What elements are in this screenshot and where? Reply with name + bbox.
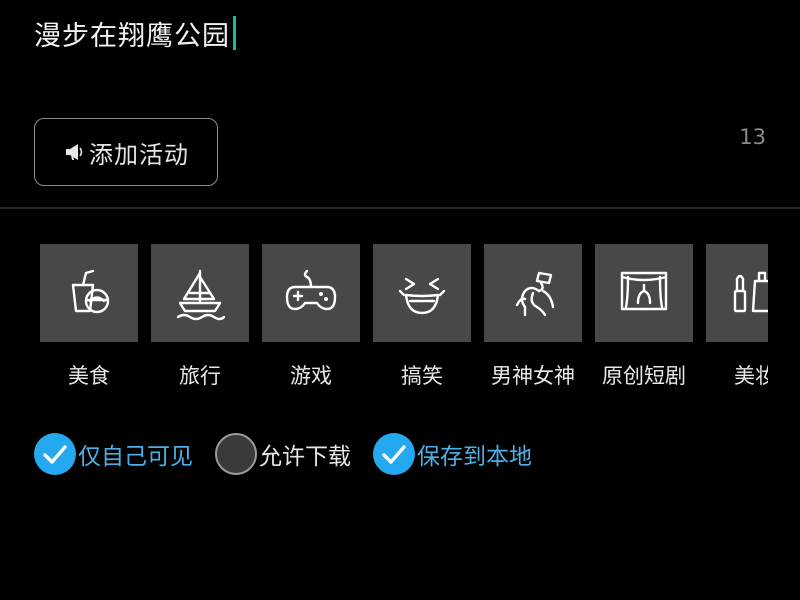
category-label: 男神女神 bbox=[491, 364, 575, 388]
caption-input[interactable]: 漫步在翔鹰公园 bbox=[34, 12, 734, 54]
category-short-drama[interactable]: 原创短剧 bbox=[595, 244, 693, 394]
category-games[interactable]: 游戏 bbox=[262, 244, 360, 394]
divider bbox=[0, 207, 800, 209]
gamepad-icon bbox=[285, 269, 337, 311]
category-label: 原创短剧 bbox=[602, 364, 686, 388]
category-list[interactable]: 美食 旅行 游戏 搞笑 男神女神 原创短剧 美妆 bbox=[40, 244, 768, 394]
add-activity-button[interactable]: 添加活动 bbox=[34, 118, 218, 186]
category-funny[interactable]: 搞笑 bbox=[373, 244, 471, 394]
option-save-local[interactable]: 保存到本地 bbox=[373, 433, 532, 475]
char-count: 13 bbox=[739, 125, 766, 149]
category-tile bbox=[484, 244, 582, 342]
add-activity-label: 添加活动 bbox=[89, 140, 189, 169]
category-label: 美妆 bbox=[734, 364, 768, 388]
food-bowl-icon bbox=[71, 269, 110, 314]
category-tile bbox=[151, 244, 249, 342]
option-private[interactable]: 仅自己可见 bbox=[34, 433, 193, 475]
category-tile bbox=[40, 244, 138, 342]
option-allow-download[interactable]: 允许下载 bbox=[215, 433, 351, 475]
megaphone-icon bbox=[63, 140, 87, 164]
category-tile bbox=[595, 244, 693, 342]
laughing-face-icon bbox=[398, 277, 446, 315]
category-tile bbox=[373, 244, 471, 342]
sailboat-icon bbox=[176, 269, 226, 321]
category-label: 游戏 bbox=[290, 364, 332, 388]
option-label: 允许下载 bbox=[259, 444, 351, 470]
option-label: 仅自己可见 bbox=[78, 444, 193, 470]
category-makeup[interactable]: 美妆 bbox=[706, 244, 768, 394]
post-options: 仅自己可见 允许下载 保存到本地 bbox=[34, 430, 554, 478]
unchecked-circle-icon[interactable] bbox=[215, 433, 257, 475]
category-label: 搞笑 bbox=[401, 364, 443, 388]
category-idols[interactable]: 男神女神 bbox=[484, 244, 582, 394]
category-label: 美食 bbox=[68, 364, 110, 388]
category-label: 旅行 bbox=[179, 364, 221, 388]
checkmark-icon[interactable] bbox=[373, 433, 415, 475]
caption-text: 漫步在翔鹰公园 bbox=[34, 20, 230, 52]
category-travel[interactable]: 旅行 bbox=[151, 244, 249, 394]
category-food[interactable]: 美食 bbox=[40, 244, 138, 394]
theater-stage-icon bbox=[620, 271, 668, 311]
category-tile bbox=[262, 244, 360, 342]
text-cursor bbox=[233, 16, 236, 50]
option-label: 保存到本地 bbox=[417, 444, 532, 470]
category-tile bbox=[706, 244, 768, 342]
cosmetics-icon bbox=[733, 271, 768, 313]
dancer-icon bbox=[515, 271, 555, 317]
checkmark-icon[interactable] bbox=[34, 433, 76, 475]
